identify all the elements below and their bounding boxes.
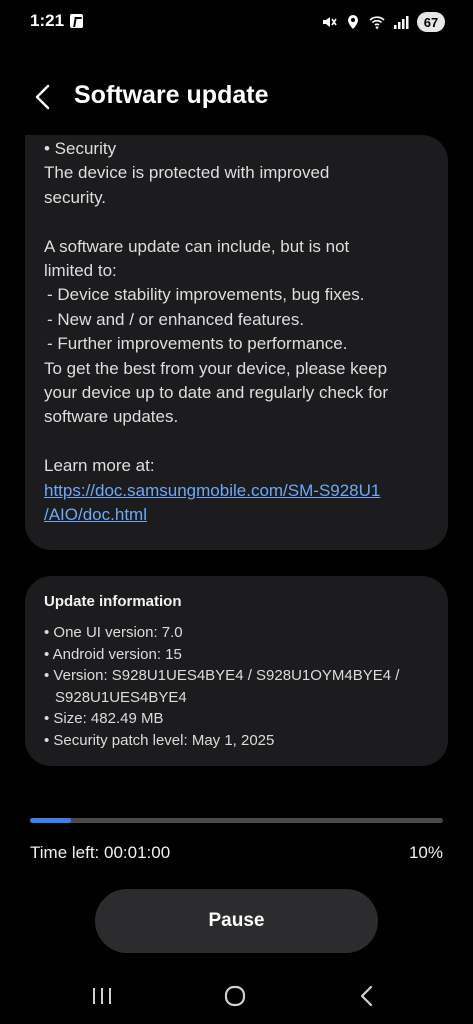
notes-line: The device is protected with improved [44, 163, 330, 183]
update-size: • Size: 482.49 MB [44, 710, 164, 727]
progress-percent: 10% [408, 843, 443, 862]
learn-more-link-continued[interactable]: /AIO/doc.html [44, 503, 436, 527]
back-icon [360, 985, 373, 1007]
home-button[interactable] [215, 981, 255, 1011]
download-progress-bar [30, 818, 443, 823]
signal-icon [394, 16, 409, 29]
update-info-title: Update information [44, 593, 182, 610]
app-header: Software update [0, 72, 473, 122]
wifi-6-icon [369, 16, 385, 29]
notes-line: Learn more at: [44, 456, 155, 476]
navigation-bar [0, 975, 473, 1020]
one-ui-version: • One UI version: 7.0 [44, 624, 183, 641]
status-bar: 1:21 67 [0, 0, 473, 44]
update-info-list: • One UI version: 7.0 • Android version:… [44, 622, 439, 751]
build-version: • Version: S928U1UES4BYE4 / S928U1OYM4BY… [44, 667, 400, 684]
notes-line: - New and / or enhanced features. [47, 309, 305, 329]
back-button[interactable] [28, 82, 58, 112]
pause-button[interactable]: Pause [95, 889, 378, 953]
notes-line: your device up to date and regularly che… [44, 383, 388, 403]
notes-line: - Further improvements to performance. [47, 334, 348, 354]
learn-more-link[interactable]: https://doc.samsungmobile.com/SM-S928U1 [44, 479, 436, 503]
page-title: Software update [74, 81, 269, 109]
nav-back-button[interactable] [347, 981, 387, 1011]
update-info-card: Update information • One UI version: 7.0… [25, 576, 448, 766]
notes-line: • Security [44, 139, 117, 158]
recents-button[interactable] [82, 981, 122, 1011]
chevron-left-icon [35, 84, 50, 110]
android-version: • Android version: 15 [44, 645, 182, 663]
status-time: 1:21 [30, 11, 65, 30]
release-notes-text: • Security The device is protected with … [44, 137, 436, 527]
notes-line: To get the best from your device, please… [44, 358, 388, 378]
notes-gap [44, 210, 436, 234]
recents-icon [93, 988, 111, 1004]
status-icons: 67 [321, 12, 445, 32]
battery-icon: 67 [417, 12, 445, 32]
notes-line: security. [44, 187, 107, 207]
notes-line: limited to: [44, 261, 117, 281]
mute-icon [323, 17, 337, 27]
location-icon [348, 15, 358, 29]
screen: 1:21 67 Software update • Security The d… [0, 0, 473, 1024]
notes-gap [44, 430, 436, 454]
notes-line: A software update can include, but is no… [44, 236, 350, 256]
home-icon [224, 985, 246, 1007]
time-left-label: Time left: 00:01:00 [30, 843, 171, 862]
nfc-icon [70, 14, 83, 28]
notes-line: software updates. [44, 407, 179, 427]
download-progress-fill [30, 818, 72, 823]
notes-line: - Device stability improvements, bug fix… [47, 285, 365, 305]
build-version-continued: S928U1UES4BYE4 [55, 688, 187, 706]
release-notes-card[interactable]: • Security The device is protected with … [25, 135, 448, 550]
security-patch-level: • Security patch level: May 1, 2025 [44, 731, 275, 749]
